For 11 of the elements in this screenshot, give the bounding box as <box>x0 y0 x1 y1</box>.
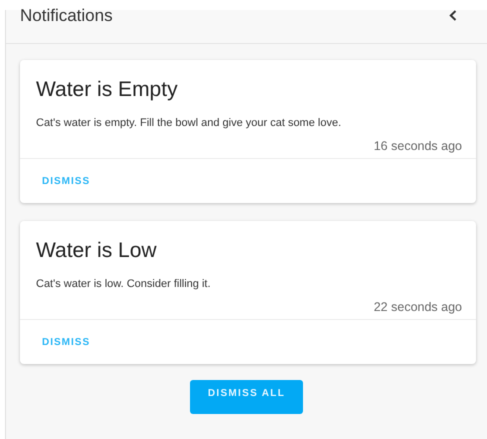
notification-message: Cat's water is low. Consider filling it. <box>36 277 212 291</box>
dismiss-all-button[interactable]: DISMISS ALL <box>190 380 303 414</box>
notification-title: Water is Empty <box>36 77 179 103</box>
dismiss-button[interactable]: DISMISS <box>32 332 100 352</box>
dismiss-button[interactable]: DISMISS <box>32 172 100 190</box>
notification-time: 16 seconds ago <box>372 139 462 153</box>
notification-message: Cat's water is empty. Fill the bowl and give your cat some love. <box>36 116 342 130</box>
chevron-left-icon[interactable] <box>449 10 457 21</box>
header-title: Notifications <box>20 8 113 24</box>
notification-time: 22 seconds ago <box>372 300 462 314</box>
notification-title: Water is Low <box>36 238 158 264</box>
